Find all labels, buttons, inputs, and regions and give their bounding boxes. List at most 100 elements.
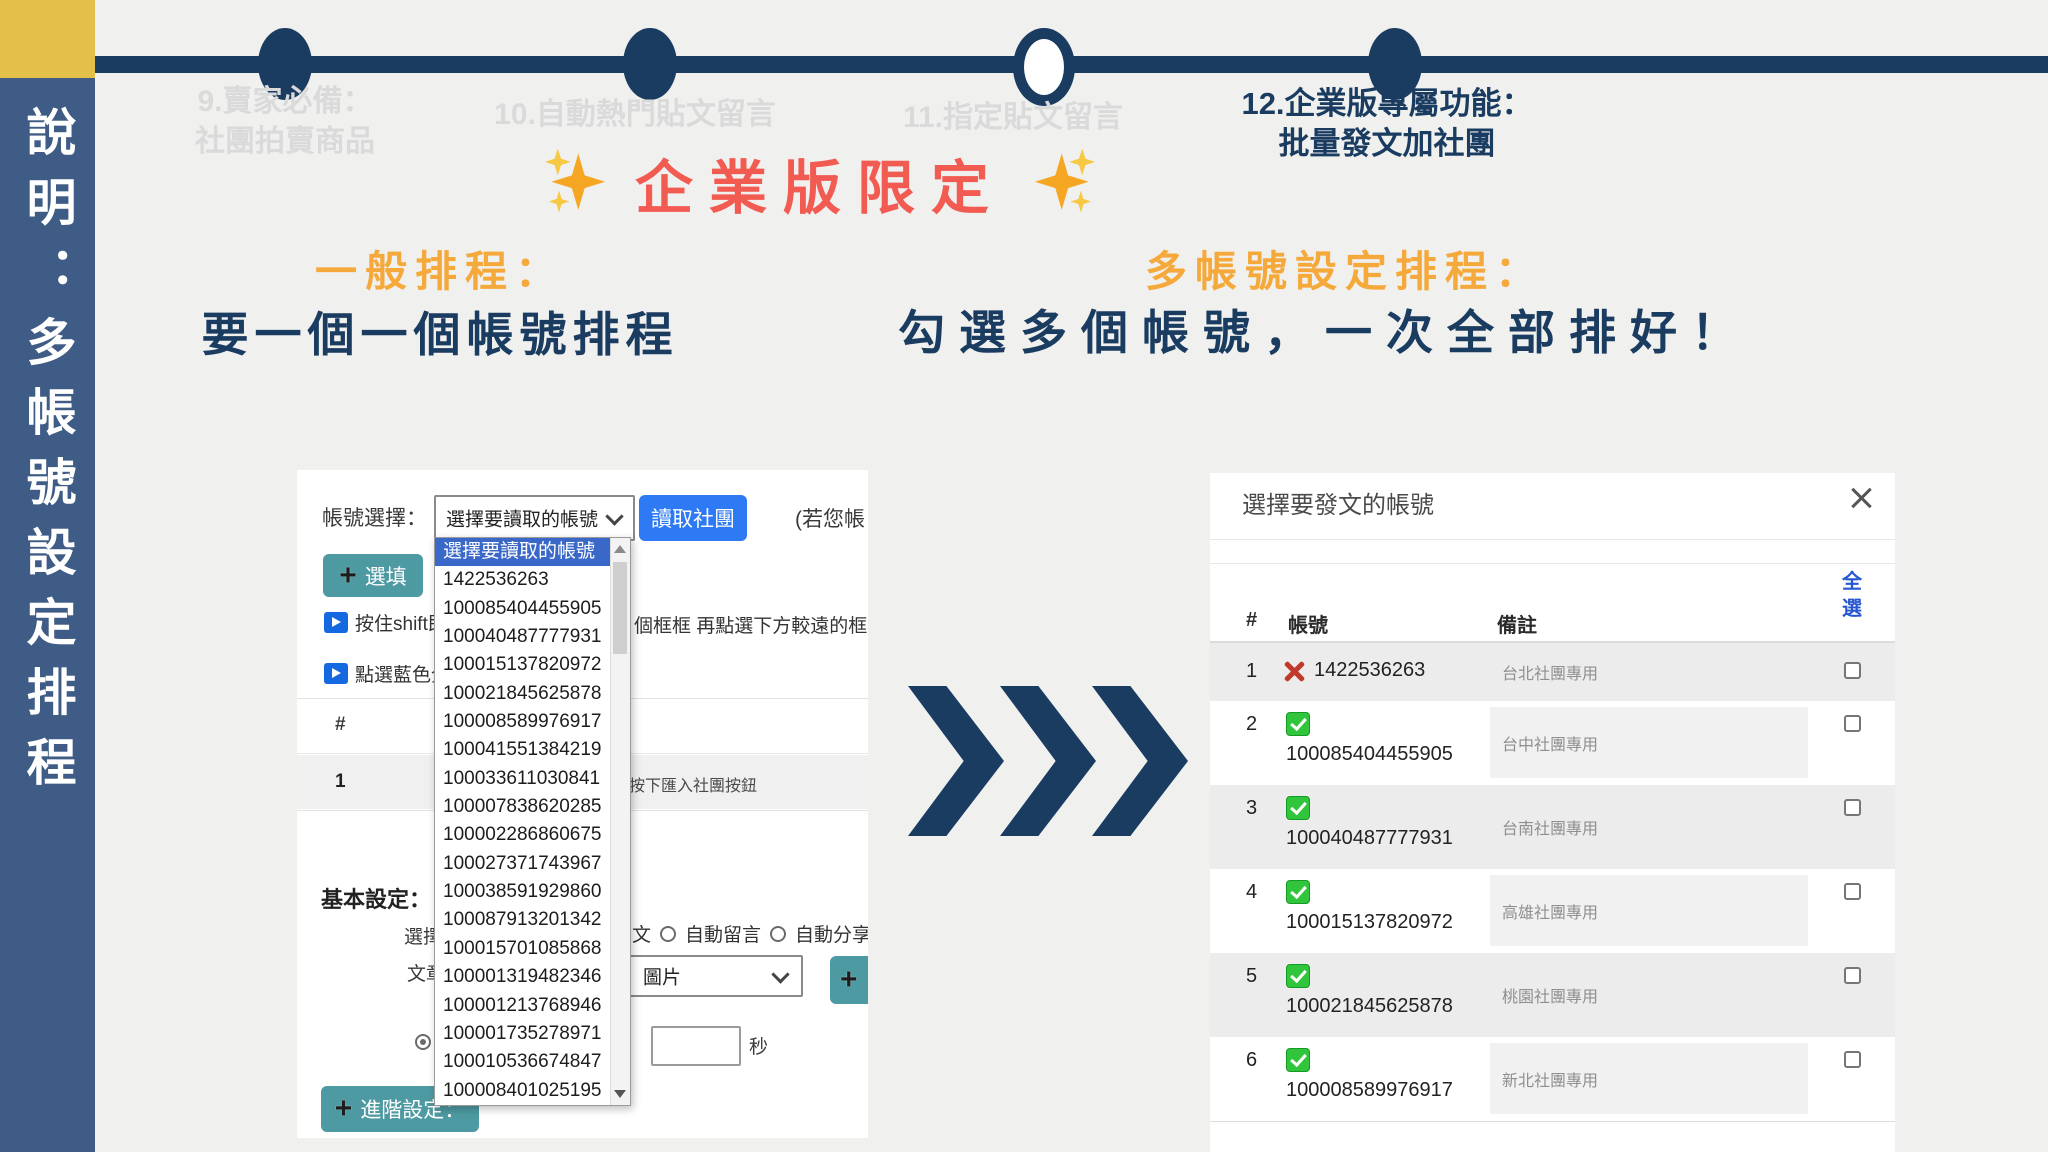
chevron-down-icon [605, 507, 623, 525]
dropdown-option[interactable]: 選擇要讀取的帳號 [435, 538, 630, 566]
seconds-label: 秒 [749, 1032, 768, 1059]
scroll-down-icon[interactable] [614, 1090, 626, 1098]
dropdown-option[interactable]: 100087913201342 [435, 906, 630, 934]
row-index: 5 [1246, 965, 1257, 988]
account-row: 5 100021845625878 桃園社團專用 [1210, 953, 1895, 1037]
account-checkbox[interactable] [1844, 883, 1861, 900]
left-subheading: 要一個一個帳號排程 [190, 296, 690, 365]
account-select-label: 帳號選擇： [322, 502, 427, 532]
radio-auto-comment[interactable] [660, 926, 676, 942]
timeline-node-10 [623, 28, 677, 100]
timeline-step-10: 10.自動熱門貼文留言 [450, 95, 820, 135]
account-row: 4 100015137820972 高雄社團專用 [1210, 869, 1895, 953]
optional-fill-button[interactable]: + 選填 [323, 554, 423, 597]
post-fragment-label: 文 [632, 920, 651, 947]
account-id: 1422536263 [1314, 659, 1425, 682]
timeline-step-12: 12.企業版專屬功能： 批量發文加社團 [1202, 84, 1572, 164]
account-table: 11422536263台北社團專用2100085404455905台中社團專用3… [1210, 643, 1895, 1122]
basic-settings-label: 基本設定： [321, 882, 431, 914]
arrow-chevron-icon [1000, 686, 1096, 836]
scroll-up-icon[interactable] [614, 545, 626, 553]
account-id: 100021845625878 [1286, 995, 1453, 1018]
dropdown-option[interactable]: 100001319482346 [435, 963, 630, 991]
left-heading: 一般排程： [250, 238, 630, 299]
dropdown-option[interactable]: 100002286860675 [435, 821, 630, 849]
account-dropdown-list[interactable]: 選擇要讀取的帳號14225362631000854044559051000404… [434, 537, 631, 1106]
dropdown-option[interactable]: 100001735278971 [435, 1020, 630, 1048]
select-all-link[interactable]: 全選 [1838, 569, 1866, 623]
scrollbar-thumb[interactable] [613, 562, 627, 654]
sparkle-icon [545, 146, 609, 220]
multi-account-modal: 選擇要發文的帳號 全選 # 帳號 備註 11422536263台北社團專用210… [1210, 473, 1895, 1152]
plus-icon: + [840, 965, 858, 995]
radio-auto-comment-label: 自動留言 [685, 920, 761, 947]
account-checkbox[interactable] [1844, 1051, 1861, 1068]
dropdown-option[interactable]: 100008401025195 [435, 1077, 630, 1105]
radio-selected[interactable] [415, 1034, 431, 1050]
dropdown-option[interactable]: 100085404455905 [435, 595, 630, 623]
sidebar: 說明：多帳號設定排程 [0, 78, 95, 1152]
dropdown-option[interactable]: 100021845625878 [435, 680, 630, 708]
dropdown-option[interactable]: 100027371743967 [435, 850, 630, 878]
dropdown-option[interactable]: 1422536263 [435, 566, 630, 594]
tip-shift: 按住shift即 [324, 609, 447, 636]
green-check-icon [1286, 964, 1310, 988]
close-icon[interactable] [1848, 485, 1874, 511]
account-checkbox[interactable] [1844, 967, 1861, 984]
dropdown-scrollbar[interactable] [610, 538, 630, 1105]
tip-shift-continued: 個框框 再點選下方較遠的框框 [634, 611, 868, 638]
account-select-value: 選擇要讀取的帳號 [446, 505, 598, 532]
column-header-account: 帳號 [1288, 609, 1328, 638]
dropdown-option[interactable]: 100033611030841 [435, 765, 630, 793]
single-scheduler-panel: 帳號選擇： 選擇要讀取的帳號 讀取社團 (若您帳 + 選填 按住shift即 個… [297, 470, 868, 1138]
dropdown-option[interactable]: 100008589976917 [435, 708, 630, 736]
row-index: 1 [335, 771, 346, 793]
clipped-teal-button[interactable]: + [830, 956, 868, 1004]
dropdown-option[interactable]: 100015137820972 [435, 651, 630, 679]
account-note: 高雄社團專用 [1490, 875, 1808, 946]
account-note: 台北社團專用 [1490, 649, 1808, 694]
account-row: 6100008589976917新北社團專用 [1210, 1037, 1895, 1121]
account-checkbox[interactable] [1844, 715, 1861, 732]
optional-fill-label: 選填 [365, 561, 407, 591]
row-index: 4 [1246, 881, 1257, 904]
divider [1210, 539, 1895, 540]
right-heading: 多帳號設定排程： [1125, 238, 1565, 299]
green-check-icon [1286, 796, 1310, 820]
account-row: 11422536263台北社團專用 [1210, 643, 1895, 701]
account-note: 桃園社團專用 [1490, 959, 1808, 1030]
modal-title: 選擇要發文的帳號 [1242, 485, 1434, 520]
radio-auto-share-label: 自動分享( [795, 920, 868, 947]
chevron-down-icon [771, 965, 789, 983]
account-select[interactable]: 選擇要讀取的帳號 [434, 495, 635, 541]
account-note-fragment: (若您帳 [795, 503, 865, 533]
account-checkbox[interactable] [1844, 662, 1861, 679]
dropdown-option[interactable]: 100007838620285 [435, 793, 630, 821]
dropdown-option[interactable]: 100015701085868 [435, 935, 630, 963]
account-id: 100085404455905 [1286, 743, 1453, 766]
banner: 企業版限定 [520, 140, 1120, 226]
arrow-chevron-icon [1092, 686, 1188, 836]
row-index: 3 [1246, 797, 1257, 820]
account-checkbox[interactable] [1844, 799, 1861, 816]
account-note: 台中社團專用 [1490, 707, 1808, 778]
divider [1210, 563, 1895, 564]
account-note: 台南社團專用 [1490, 791, 1808, 862]
tip-shift-text-continued: 個框框 再點選下方較遠的框框 [634, 611, 868, 638]
account-id: 100015137820972 [1286, 911, 1453, 934]
dropdown-option[interactable]: 100038591929860 [435, 878, 630, 906]
seconds-input[interactable] [651, 1026, 741, 1066]
dropdown-option[interactable]: 100001213768946 [435, 992, 630, 1020]
post-type-radio-row: 文 自動留言 自動分享( [632, 920, 868, 947]
dropdown-option[interactable]: 100040487777931 [435, 623, 630, 651]
radio-auto-share[interactable] [770, 926, 786, 942]
timeline-step-11: 11.指定貼文留言 [868, 98, 1158, 138]
row-index: 6 [1246, 1049, 1257, 1072]
slide: 說明：多帳號設定排程 9.賣家必備： 社團拍賣商品 10.自動熱門貼文留言 11… [0, 0, 2048, 1152]
red-x-icon [1282, 659, 1306, 683]
timeline-step-9: 9.賣家必備： 社團拍賣商品 [160, 82, 410, 162]
read-groups-button[interactable]: 讀取社團 [639, 495, 747, 541]
account-row: 3100040487777931台南社團專用 [1210, 785, 1895, 869]
dropdown-option[interactable]: 100010536674847 [435, 1048, 630, 1076]
dropdown-option[interactable]: 100041551384219 [435, 736, 630, 764]
